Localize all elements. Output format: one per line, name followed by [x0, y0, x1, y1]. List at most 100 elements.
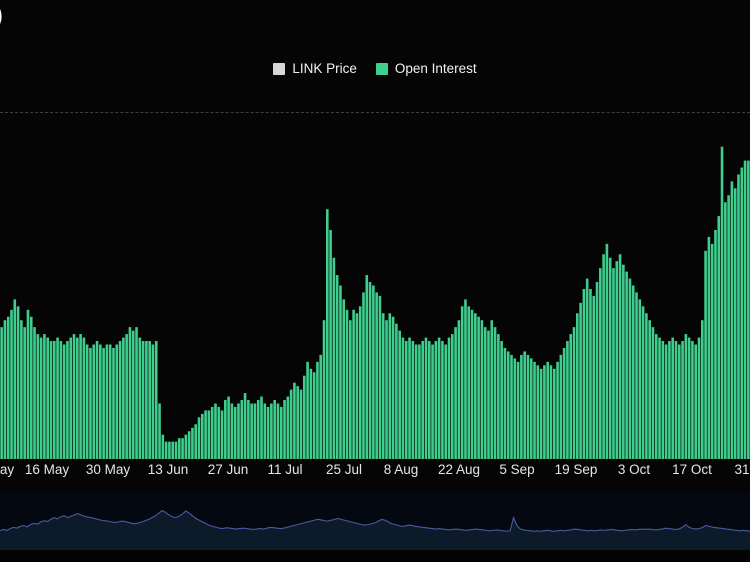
bar[interactable]	[503, 347, 507, 459]
bar[interactable]	[16, 306, 20, 459]
bar[interactable]	[592, 295, 596, 459]
bar[interactable]	[572, 327, 576, 459]
bar[interactable]	[638, 299, 642, 459]
bar[interactable]	[681, 341, 684, 459]
bar[interactable]	[335, 275, 339, 459]
bar[interactable]	[286, 396, 290, 459]
bar[interactable]	[62, 344, 66, 459]
bar[interactable]	[421, 341, 424, 459]
bar[interactable]	[697, 337, 701, 459]
bar[interactable]	[595, 282, 599, 459]
bar[interactable]	[148, 341, 151, 459]
bar[interactable]	[585, 278, 589, 459]
bar[interactable]	[664, 344, 668, 459]
bar[interactable]	[559, 354, 563, 459]
bar[interactable]	[395, 323, 398, 459]
bar[interactable]	[368, 282, 372, 459]
bar[interactable]	[743, 160, 747, 459]
bar[interactable]	[95, 341, 99, 459]
bar[interactable]	[158, 403, 161, 459]
bar[interactable]	[122, 337, 125, 459]
bar[interactable]	[424, 337, 428, 459]
bar[interactable]	[385, 320, 388, 459]
bar[interactable]	[704, 250, 707, 459]
bar[interactable]	[411, 341, 415, 459]
bar[interactable]	[263, 403, 267, 459]
bar[interactable]	[631, 285, 635, 460]
bar[interactable]	[240, 400, 244, 459]
bar[interactable]	[444, 344, 448, 459]
bar[interactable]	[201, 413, 204, 459]
bar[interactable]	[434, 341, 438, 459]
bar[interactable]	[483, 327, 487, 459]
bar[interactable]	[52, 341, 56, 459]
bar[interactable]	[23, 327, 26, 459]
bar[interactable]	[552, 368, 556, 459]
bar[interactable]	[197, 417, 201, 459]
bar[interactable]	[533, 361, 536, 459]
bar[interactable]	[10, 309, 13, 459]
bar[interactable]	[13, 299, 17, 459]
bar[interactable]	[177, 438, 181, 459]
bar[interactable]	[89, 347, 92, 459]
bar[interactable]	[256, 400, 260, 459]
bar[interactable]	[687, 337, 691, 459]
bar[interactable]	[668, 341, 671, 459]
bar[interactable]	[727, 195, 730, 459]
bar[interactable]	[230, 403, 234, 459]
bar[interactable]	[181, 438, 184, 459]
bar[interactable]	[151, 344, 155, 459]
bar[interactable]	[576, 313, 579, 459]
bar[interactable]	[381, 313, 385, 459]
bar[interactable]	[523, 351, 526, 459]
bar[interactable]	[579, 302, 582, 459]
bar[interactable]	[131, 330, 135, 459]
bar[interactable]	[480, 320, 484, 459]
bar[interactable]	[497, 334, 500, 459]
bar[interactable]	[566, 341, 569, 459]
bar[interactable]	[138, 337, 142, 459]
bar[interactable]	[615, 261, 619, 459]
bar[interactable]	[187, 431, 191, 459]
bar[interactable]	[85, 344, 89, 459]
bar[interactable]	[513, 358, 517, 459]
bar[interactable]	[701, 320, 704, 459]
bar[interactable]	[589, 288, 592, 459]
bar[interactable]	[451, 334, 454, 459]
bar[interactable]	[358, 306, 362, 459]
bar[interactable]	[309, 368, 313, 459]
bar[interactable]	[105, 344, 109, 459]
bar[interactable]	[414, 344, 418, 459]
bar[interactable]	[56, 337, 59, 459]
bar[interactable]	[145, 341, 148, 459]
bar[interactable]	[490, 320, 494, 459]
bar[interactable]	[441, 341, 444, 459]
bar[interactable]	[171, 441, 174, 459]
bar[interactable]	[66, 341, 69, 459]
bar[interactable]	[184, 434, 188, 459]
bar[interactable]	[375, 292, 378, 459]
bar[interactable]	[470, 309, 474, 459]
bar[interactable]	[720, 146, 724, 459]
bar[interactable]	[322, 320, 326, 459]
bar[interactable]	[404, 341, 408, 459]
legend-item-open-interest[interactable]: Open Interest	[375, 61, 477, 76]
bar[interactable]	[654, 334, 658, 459]
bar[interactable]	[69, 337, 73, 459]
bar[interactable]	[401, 337, 405, 459]
bar[interactable]	[306, 361, 309, 459]
bar[interactable]	[362, 292, 365, 459]
bar[interactable]	[217, 406, 221, 459]
bar[interactable]	[0, 327, 3, 459]
bar[interactable]	[546, 361, 549, 459]
bar[interactable]	[398, 330, 401, 459]
bar[interactable]	[454, 327, 457, 459]
bar[interactable]	[99, 344, 102, 459]
bar[interactable]	[569, 334, 573, 459]
bar[interactable]	[510, 354, 513, 459]
bar[interactable]	[388, 313, 392, 459]
bar[interactable]	[536, 365, 540, 459]
bar[interactable]	[602, 254, 605, 459]
bar[interactable]	[36, 334, 40, 459]
bar[interactable]	[487, 330, 490, 459]
